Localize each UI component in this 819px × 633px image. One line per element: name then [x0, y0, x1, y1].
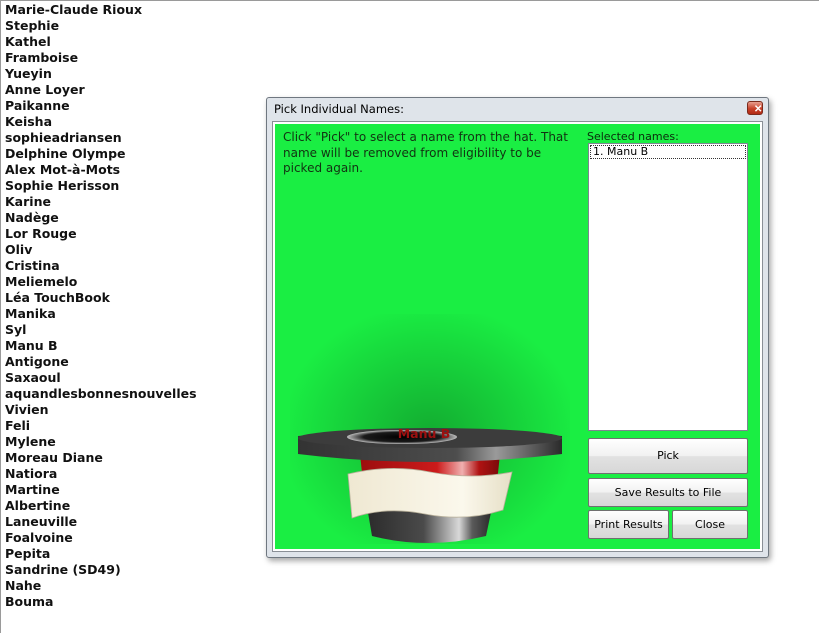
name-list-item: Marie-Claude Rioux [5, 2, 143, 17]
dialog-title: Pick Individual Names: [274, 102, 404, 116]
name-list-item: Kathel [5, 34, 51, 49]
name-list-item: Bouma [5, 594, 54, 609]
name-list-item: Saxaoul [5, 370, 61, 385]
name-list-item: Foalvoine [5, 530, 73, 545]
name-list-item: Manu B [5, 338, 58, 353]
close-button[interactable]: Close [672, 510, 748, 539]
name-list-item: aquandlesbonnesnouvelles [5, 386, 197, 401]
name-list-item: Anne Loyer [5, 82, 85, 97]
name-list-item: Sophie Herisson [5, 178, 120, 193]
name-list-item: sophieadriansen [5, 130, 122, 145]
name-list-item: Martine [5, 482, 60, 497]
name-list-item: Nahe [5, 578, 42, 593]
name-list-item: Oliv [5, 242, 33, 257]
name-list-item: Mylene [5, 434, 56, 449]
hat-name-label: Manu B [397, 426, 451, 441]
name-list-item: Manika [5, 306, 56, 321]
name-list-item: Albertine [5, 498, 71, 513]
selected-name-item[interactable]: 1. Manu B [590, 145, 746, 159]
dialog-content: Click "Pick" to select a name from the h… [272, 121, 763, 552]
name-list-item: Delphine Olympe [5, 146, 126, 161]
name-list-item: Léa TouchBook [5, 290, 110, 305]
name-list-item: Sandrine (SD49) [5, 562, 121, 577]
name-list-item: Framboise [5, 50, 79, 65]
name-list-item: Yueyin [5, 66, 52, 81]
name-list-item: Nadège [5, 210, 59, 225]
name-list-item: Cristina [5, 258, 60, 273]
name-list-item: Karine [5, 194, 51, 209]
name-list-item: Alex Mot-à-Mots [5, 162, 121, 177]
print-results-button[interactable]: Print Results [588, 510, 669, 539]
name-list-item: Meliemelo [5, 274, 78, 289]
name-list-item: Syl [5, 322, 27, 337]
name-list-item: Antigone [5, 354, 69, 369]
name-list-item: Keisha [5, 114, 53, 129]
name-list-item: Stephie [5, 18, 60, 33]
name-list-item: Lor Rouge [5, 226, 77, 241]
dialog-titlebar[interactable]: Pick Individual Names: ✕ [267, 98, 768, 121]
save-results-button[interactable]: Save Results to File [588, 478, 748, 507]
instructions-text: Click "Pick" to select a name from the h… [283, 130, 568, 175]
name-list-item: Paikanne [5, 98, 70, 113]
names-list: Marie-Claude Rioux Stephie Kathel Framboise… [5, 2, 197, 610]
name-list-item: Pepita [5, 546, 51, 561]
name-list-item: Laneuville [5, 514, 78, 529]
name-list-item: Feli [5, 418, 31, 433]
pick-button[interactable]: Pick [588, 438, 748, 474]
top-hat-icon: Manu B [290, 314, 570, 544]
name-list-item: Moreau Diane [5, 450, 103, 465]
selected-names-label: Selected names: [587, 130, 679, 143]
name-list-item: Vivien [5, 402, 49, 417]
selected-names-list[interactable]: 1. Manu B [588, 143, 748, 431]
close-icon[interactable]: ✕ [747, 101, 763, 115]
name-list-item: Natiora [5, 466, 58, 481]
pick-names-dialog: Pick Individual Names: ✕ Click "Pick" to… [266, 97, 769, 558]
